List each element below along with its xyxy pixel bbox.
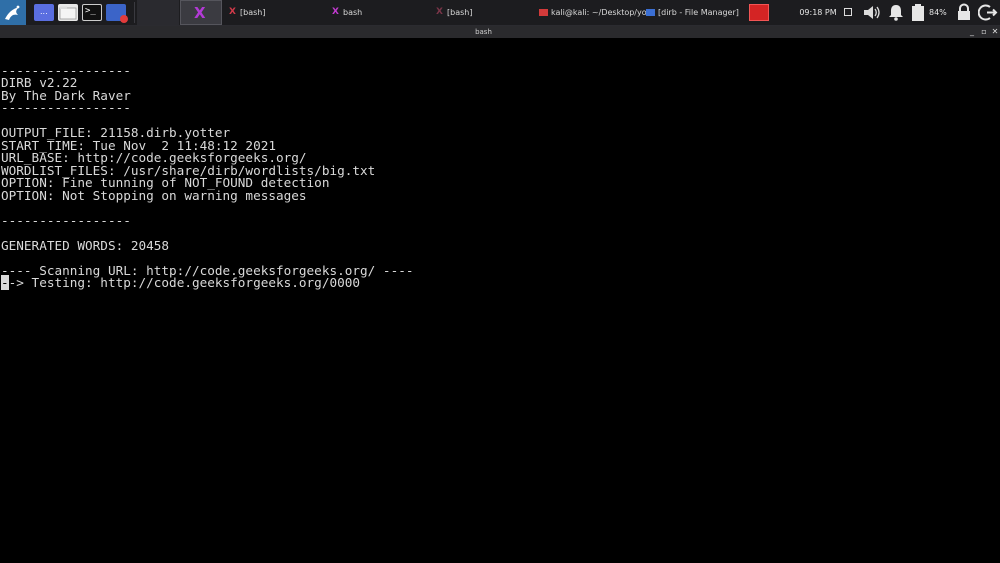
terminal-launcher[interactable]: >_ (82, 4, 102, 21)
x-app-icon: X (436, 7, 443, 17)
battery-percentage: 84% (929, 8, 947, 17)
window-title: bash (475, 28, 492, 36)
task-kali-terminal[interactable]: kali@kali: ~/Desktop/yot... (539, 0, 647, 25)
task-label: [dirb - File Manager] (658, 8, 739, 17)
terminal-area[interactable]: ----------------- DIRB v2.22 By The Dark… (0, 38, 1000, 563)
red-app-launcher[interactable] (749, 4, 769, 21)
lock-icon[interactable] (955, 3, 973, 28)
task-label: kali@kali: ~/Desktop/yot... (551, 8, 647, 17)
workspace-indicator-icon[interactable] (844, 8, 852, 16)
file-manager-launcher[interactable] (58, 4, 78, 21)
terminal-window-icon (539, 9, 548, 16)
battery-icon[interactable] (910, 3, 926, 28)
task-label: [bash] (240, 8, 266, 17)
terminal-icon: >_ (85, 6, 96, 16)
task-label: bash (343, 8, 363, 17)
task-bash-3[interactable]: X [bash] (435, 0, 531, 25)
terminal-cursor: - (1, 275, 9, 290)
notification-bell-icon[interactable] (886, 3, 906, 28)
clock[interactable]: 09:18 PM (795, 0, 841, 25)
screen-recorder-launcher[interactable] (106, 4, 128, 23)
workspace-switcher[interactable] (137, 0, 179, 25)
kali-menu-button[interactable] (0, 0, 26, 25)
task-label: [bash] (447, 8, 473, 17)
launcher-divider (134, 2, 135, 23)
minimize-button[interactable]: _ (967, 26, 977, 38)
taskbar: ... >_ X X [bash] X bash X [bash] kali@k… (0, 0, 1000, 26)
logout-icon[interactable] (977, 3, 998, 28)
terminal-output: ----------------- DIRB v2.22 By The Dark… (1, 52, 413, 290)
record-icon (120, 15, 128, 23)
x-app-icon: X (332, 7, 339, 17)
task-bash-2[interactable]: X bash (331, 0, 427, 25)
kali-dragon-icon (5, 5, 20, 20)
close-button[interactable]: ✕ (990, 26, 1000, 38)
task-active-window[interactable]: X (180, 0, 222, 25)
x-app-icon: X (194, 4, 206, 22)
workspace-launcher-label: ... (40, 7, 48, 16)
x-app-icon: X (229, 7, 236, 17)
folder-icon (646, 9, 655, 16)
task-file-manager[interactable]: [dirb - File Manager] (646, 0, 746, 25)
volume-icon[interactable] (862, 3, 882, 28)
terminal-lines: ----------------- DIRB v2.22 By The Dark… (1, 62, 414, 278)
task-bash-1[interactable]: X [bash] (228, 0, 324, 25)
maximize-button[interactable]: ▫ (979, 26, 989, 38)
folder-icon (59, 6, 77, 20)
window-titlebar[interactable]: bash _ ▫ ✕ (0, 26, 1000, 38)
terminal-current-line: -> Testing: http://code.geeksforgeeks.or… (8, 275, 361, 290)
workspace-terminal-launcher[interactable]: ... (34, 4, 54, 21)
